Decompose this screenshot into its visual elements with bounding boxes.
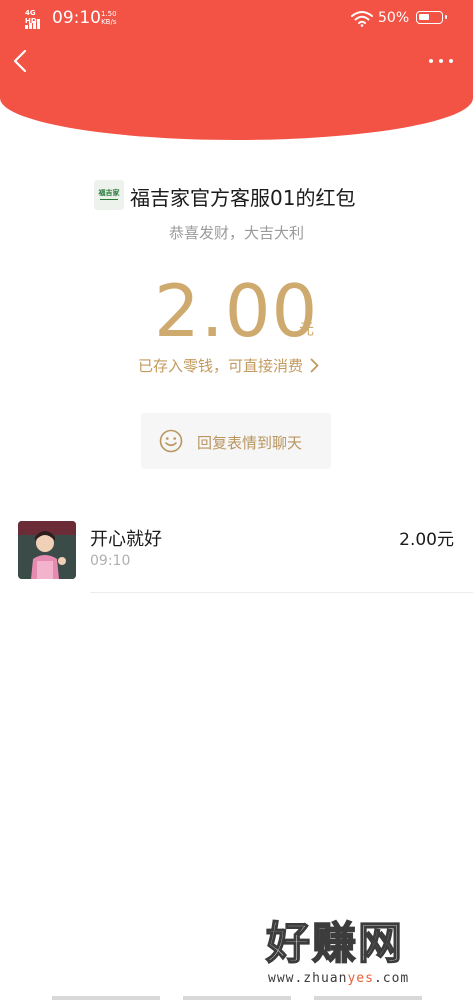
battery-icon <box>416 11 447 24</box>
record-time: 09:10 <box>90 553 131 569</box>
watermark: 好赚网 www.zhuanyes.com <box>265 918 466 990</box>
signal-indicator: 4G HD <box>25 9 49 31</box>
deposit-text: 已存入零钱，可直接消费 <box>138 357 304 375</box>
more-button[interactable] <box>424 50 458 72</box>
avatar <box>18 521 76 579</box>
smile-icon <box>159 429 183 453</box>
sender-logo-text: 福吉家 <box>98 189 120 197</box>
back-button[interactable] <box>10 48 32 74</box>
wifi-icon <box>351 11 373 27</box>
battery-fill <box>419 14 429 20</box>
battery-percent: 50% <box>378 10 410 26</box>
bottom-nav-indicator <box>0 996 473 1000</box>
speed-unit: KB/s <box>101 18 117 26</box>
chevron-right-icon <box>310 358 319 373</box>
record-name: 开心就好 <box>90 529 162 550</box>
sender-logo: 福吉家 <box>94 180 124 210</box>
speed-value: 1.50 <box>101 10 117 18</box>
status-time: 09:10 <box>52 8 101 28</box>
amount-unit: 元 <box>299 320 315 338</box>
amount-value: 2.00 <box>154 269 319 353</box>
reply-label: 回复表情到聊天 <box>197 434 303 452</box>
list-item: 开心就好 09:10 2.00元 <box>0 517 473 593</box>
greeting-text: 恭喜发财，大吉大利 <box>168 224 304 242</box>
reply-emoji-button[interactable]: 回复表情到聊天 <box>141 413 331 469</box>
record-amount: 2.00元 <box>399 530 454 550</box>
sender-info: 福吉家 福吉家官方客服01的红包 <box>0 179 473 211</box>
sender-name: 福吉家官方客服01的红包 <box>130 186 356 210</box>
chevron-left-icon <box>13 49 27 73</box>
watermark-title: 好赚网 <box>265 918 404 969</box>
network-speed: 1.50 KB/s <box>101 10 117 26</box>
watermark-url: www.zhuanyes.com <box>268 971 410 986</box>
divider <box>90 592 473 593</box>
status-bar: 4G HD 09:10 1.50 KB/s 50% <box>0 0 473 38</box>
deposit-link[interactable]: 已存入零钱，可直接消费 <box>138 355 319 376</box>
